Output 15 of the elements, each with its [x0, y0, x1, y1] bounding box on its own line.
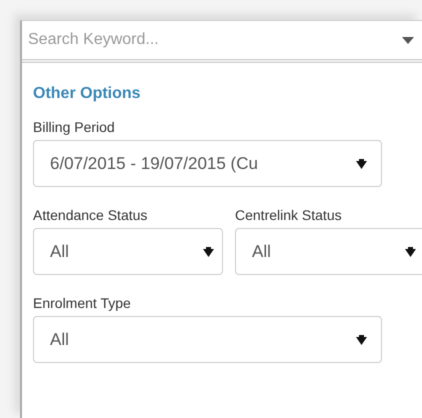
billing-period-dropdown[interactable]: 6/07/2015 - 19/07/2015 (Cu	[33, 140, 382, 187]
enrolment-type-dropdown[interactable]: All	[33, 316, 382, 363]
field-label: Enrolment Type	[33, 295, 132, 311]
centrelink-status-dropdown[interactable]: All	[235, 228, 422, 275]
caret-icon	[203, 246, 214, 256]
attendance-status-dropdown[interactable]: All	[33, 228, 223, 275]
field-label: Billing Period	[33, 119, 116, 135]
caret-icon	[405, 246, 416, 256]
field-label: Attendance Status	[33, 207, 148, 223]
caret-icon	[356, 334, 367, 344]
search-field[interactable]: Search Keyword...	[28, 31, 402, 49]
caret-icon	[356, 158, 367, 168]
field-label: Centrelink Status	[235, 207, 343, 223]
caret-icon	[402, 36, 414, 44]
section-title: Other Options	[33, 85, 142, 103]
